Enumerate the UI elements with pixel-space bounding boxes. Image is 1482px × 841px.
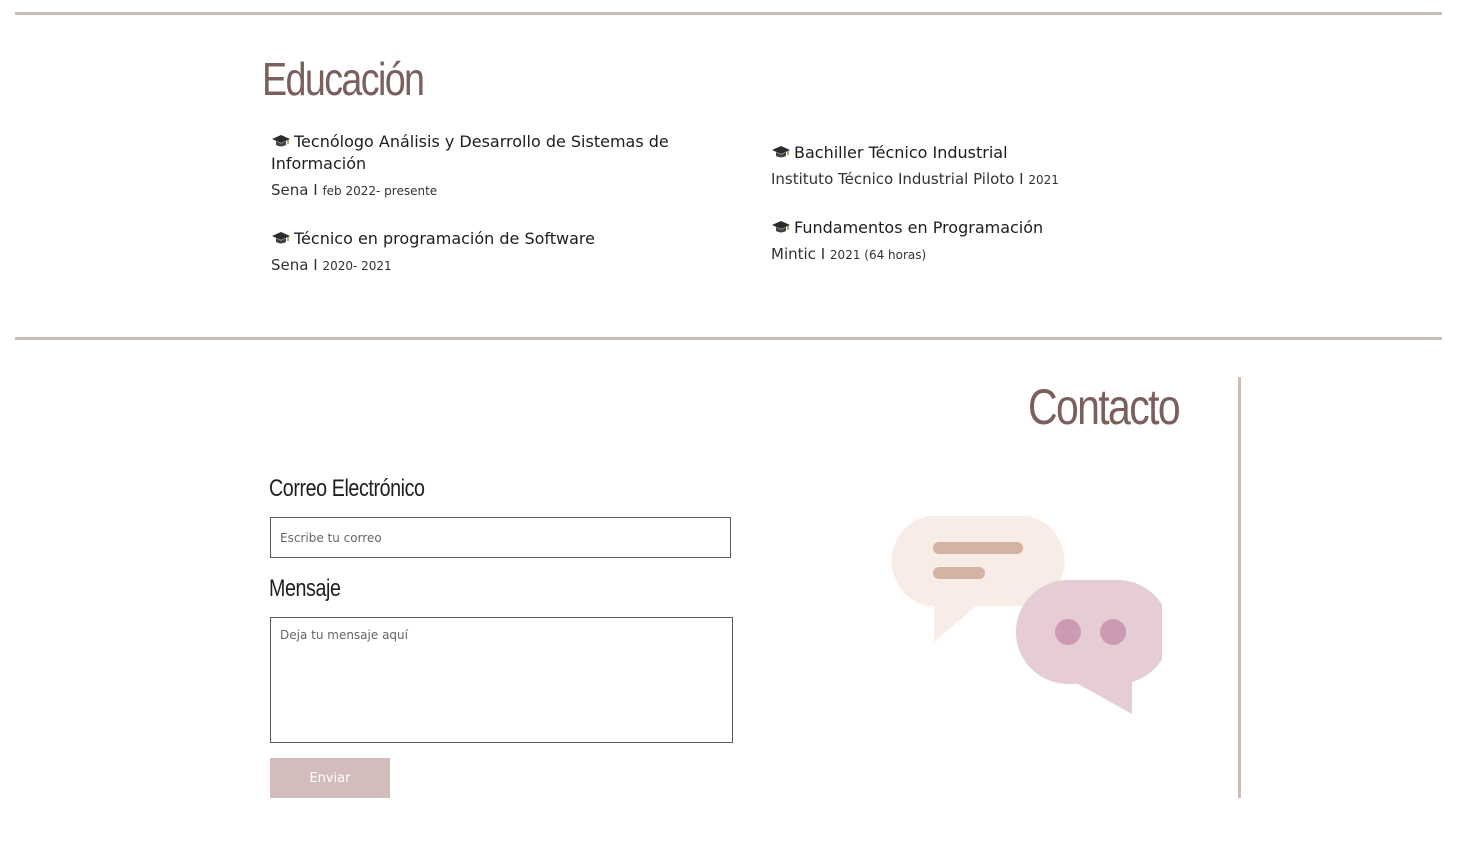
education-item-institution: Sena (271, 256, 309, 274)
education-item-separator: I (1019, 170, 1024, 188)
education-item-period: 2020- 2021 (322, 259, 392, 273)
education-item-separator: I (820, 245, 826, 263)
education-item-separator: I (313, 181, 318, 199)
graduation-cap-icon (772, 221, 790, 233)
education-title: Educación (262, 53, 425, 105)
graduation-cap-icon (272, 135, 290, 147)
contact-title: Contacto (1028, 379, 1181, 435)
education-item-separator: I (313, 256, 318, 274)
education-item-name: Bachiller Técnico Industrial (794, 143, 1008, 162)
education-item: Fundamentos en Programación Mintic I 202… (771, 217, 1191, 263)
education-item-institution: Mintic (771, 245, 816, 263)
education-item-name: Fundamentos en Programación (794, 218, 1044, 237)
email-label: Correo Electrónico (269, 475, 425, 502)
section-divider (15, 337, 1442, 340)
education-item-period: 2021 (1028, 173, 1059, 187)
education-item-period: 2021 (64 horas) (829, 248, 927, 262)
education-item-institution: Instituto Técnico Industrial Piloto (771, 170, 1015, 188)
education-item-period: feb 2022- presente (322, 184, 438, 198)
education-item-name: Técnico en programación de Software (294, 229, 595, 248)
top-divider (15, 12, 1442, 15)
education-item: Tecnólogo Análisis y Desarrollo de Siste… (271, 131, 691, 199)
chat-bubbles-icon (891, 516, 1162, 714)
message-textarea[interactable] (270, 617, 733, 743)
email-field[interactable] (270, 517, 731, 558)
message-label: Mensaje (269, 575, 341, 602)
send-button[interactable]: Enviar (270, 758, 390, 798)
education-item: Bachiller Técnico Industrial Instituto T… (771, 142, 1191, 188)
education-item-institution: Sena (271, 181, 309, 199)
education-item-name: Tecnólogo Análisis y Desarrollo de Siste… (271, 132, 669, 173)
graduation-cap-icon (772, 146, 790, 158)
education-item: Técnico en programación de Software Sena… (271, 228, 691, 274)
vertical-divider (1238, 377, 1241, 798)
graduation-cap-icon (272, 232, 290, 244)
